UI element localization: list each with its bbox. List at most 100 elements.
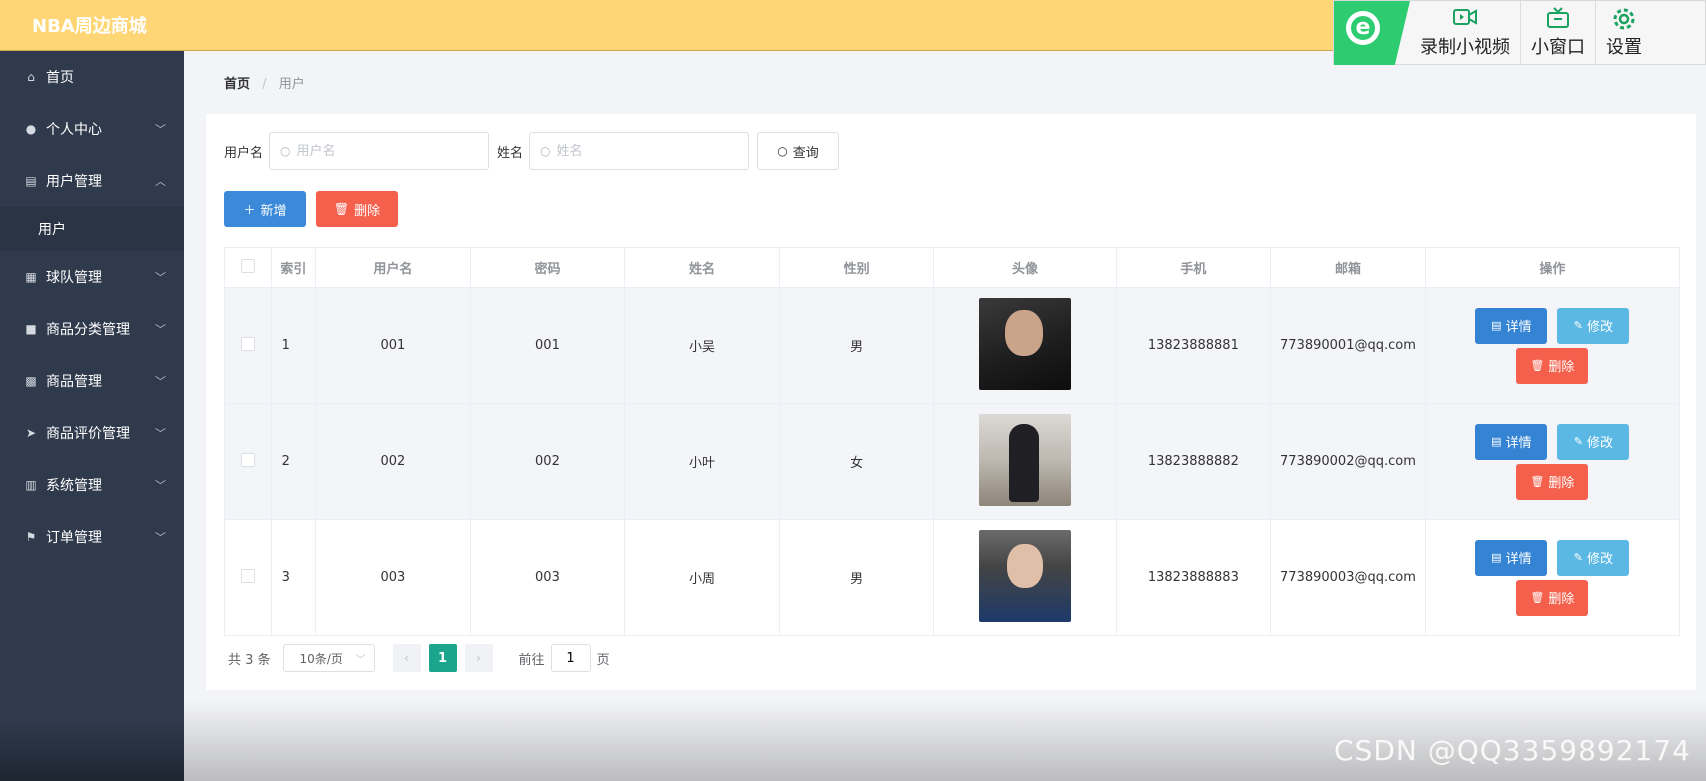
phone-cell: 13823888882: [1116, 403, 1272, 520]
username-search-input[interactable]: [296, 143, 467, 159]
avatar-cell: [933, 287, 1117, 404]
trash-icon: 🗑: [1530, 359, 1545, 372]
sidebar-item-home[interactable]: ⌂ 首页: [0, 51, 184, 103]
select-all-header: [224, 247, 272, 288]
settings-button[interactable]: 设置: [1596, 1, 1652, 64]
operations-cell: ▤ 详情 ✎ 修改 🗑 删除: [1425, 519, 1681, 636]
pencil-icon: ✎: [1573, 435, 1583, 448]
user-icon: ●: [25, 122, 37, 136]
chevron-left-icon: ‹: [404, 651, 409, 665]
mini-window-label: 小窗口: [1531, 36, 1585, 58]
delete-button[interactable]: 🗑 删除: [1516, 347, 1589, 384]
password-cell: 003: [470, 519, 626, 636]
sidebar-item-team-management[interactable]: ▦ 球队管理 ﹀: [0, 251, 184, 303]
edit-button[interactable]: ✎ 修改: [1557, 423, 1630, 460]
delete-button-label: 删除: [354, 203, 381, 219]
user-table: 索引 用户名 密码 姓名 性别 头像 手机 邮箱 操作 1 001 001 小吴…: [224, 247, 1681, 636]
sidebar-item-label: 用户管理: [46, 174, 102, 190]
phone-cell: 13823888881: [1116, 287, 1272, 404]
sidebar-item-label: 商品评价管理: [46, 426, 130, 442]
sidebar-item-label: 首页: [46, 70, 74, 86]
record-video-button[interactable]: 录制小视频: [1410, 1, 1521, 64]
briefcase-icon: ■: [25, 322, 37, 336]
goto-page-input[interactable]: [550, 644, 591, 672]
query-button[interactable]: ○ 查询: [757, 132, 840, 170]
column-header: 密码: [470, 247, 626, 288]
detail-label: 详情: [1505, 320, 1532, 335]
edit-button[interactable]: ✎ 修改: [1557, 539, 1630, 576]
row-actions: ▤ 详情 ✎ 修改 🗑 删除: [1452, 539, 1652, 616]
sidebar-item-review-management[interactable]: ➤ 商品评价管理 ﹀: [0, 407, 184, 459]
sidebar-item-label: 系统管理: [46, 478, 102, 494]
trash-icon: 🗑: [333, 202, 350, 216]
column-header: 手机: [1116, 247, 1272, 288]
sidebar: ⌂ 首页 ● 个人中心 ﹀ ▤ 用户管理 ︿ 用户 ▦ 球队管理 ﹀ ■ 商品分…: [0, 51, 184, 781]
sidebar-item-system-management[interactable]: ▥ 系统管理 ﹀: [0, 459, 184, 511]
gender-cell: 男: [779, 519, 935, 636]
add-button[interactable]: ＋ 新增: [224, 191, 306, 227]
index-cell: 3: [271, 519, 317, 636]
page-size-value: 10条/页: [299, 651, 343, 666]
sidebar-subitem-users[interactable]: 用户: [0, 207, 184, 251]
page-size-select[interactable]: 10条/页 ﹀: [282, 644, 375, 672]
delete-button[interactable]: 🗑 删除: [1516, 579, 1589, 616]
search-icon: ○: [540, 144, 551, 158]
avatar: [979, 297, 1071, 390]
detail-button[interactable]: ▤ 详情: [1475, 423, 1548, 460]
search-icon: ○: [777, 144, 788, 158]
search-bar: 用户名 ○ 姓名 ○ ○ 查询: [224, 132, 840, 170]
breadcrumb: 首页 / 用户: [224, 73, 305, 92]
batch-delete-button[interactable]: 🗑 删除: [316, 191, 398, 227]
row-checkbox[interactable]: [240, 452, 255, 467]
chevron-down-icon: ﹀: [155, 531, 166, 544]
column-header: 头像: [933, 247, 1117, 288]
page-number-current[interactable]: 1: [428, 644, 457, 672]
send-icon: ➤: [25, 426, 37, 440]
prev-page-button[interactable]: ‹: [392, 644, 421, 672]
name-search-input[interactable]: [556, 143, 727, 159]
next-page-button[interactable]: ›: [464, 644, 493, 672]
column-header: 邮箱: [1270, 247, 1426, 288]
sidebar-item-order-management[interactable]: ⚑ 订单管理 ﹀: [0, 511, 184, 563]
delete-label: 删除: [1548, 592, 1575, 607]
sidebar-subitem-label: 用户: [38, 222, 66, 238]
sidebar-item-product-management[interactable]: ▩ 商品管理 ﹀: [0, 355, 184, 407]
avatar: [979, 529, 1071, 622]
delete-label: 删除: [1548, 476, 1575, 491]
pagination: 共 3 条 10条/页 ﹀ ‹ 1 › 前往 页: [228, 644, 610, 672]
detail-button[interactable]: ▤ 详情: [1475, 307, 1548, 344]
breadcrumb-home[interactable]: 首页: [224, 77, 250, 92]
video-camera-icon: [1453, 7, 1477, 31]
breadcrumb-current: 用户: [278, 77, 305, 92]
query-button-label: 查询: [792, 145, 819, 161]
operations-cell: ▤ 详情 ✎ 修改 🗑 删除: [1425, 403, 1681, 520]
username-cell: 002: [315, 403, 471, 520]
sidebar-item-label: 个人中心: [46, 122, 102, 138]
mini-window-button[interactable]: 小窗口: [1521, 1, 1596, 64]
pagination-total: 共 3 条: [228, 652, 271, 668]
toolbar: ＋ 新增 🗑 删除: [224, 191, 398, 227]
chevron-down-icon: ﹀: [155, 375, 166, 388]
username-cell: 003: [315, 519, 471, 636]
plus-icon: ＋: [243, 202, 256, 217]
username-cell: 001: [315, 287, 471, 404]
row-select-cell: [224, 287, 272, 404]
recorder-logo-icon: e: [1334, 1, 1410, 65]
email-cell: 773890002@qq.com: [1270, 403, 1426, 520]
select-all-checkbox[interactable]: [240, 258, 255, 273]
row-actions: ▤ 详情 ✎ 修改 🗑 删除: [1452, 307, 1652, 384]
add-button-label: 新增: [260, 203, 287, 219]
sidebar-item-user-management[interactable]: ▤ 用户管理 ︿: [0, 155, 184, 207]
detail-button[interactable]: ▤ 详情: [1475, 539, 1548, 576]
sidebar-item-personal-center[interactable]: ● 个人中心 ﹀: [0, 103, 184, 155]
chevron-down-icon: ﹀: [155, 123, 166, 136]
trash-icon: 🗑: [1530, 475, 1545, 488]
edit-button[interactable]: ✎ 修改: [1557, 307, 1630, 344]
email-cell: 773890003@qq.com: [1270, 519, 1426, 636]
row-checkbox[interactable]: [240, 568, 255, 583]
column-header: 索引: [271, 247, 317, 288]
delete-button[interactable]: 🗑 删除: [1516, 463, 1589, 500]
sidebar-item-category-management[interactable]: ■ 商品分类管理 ﹀: [0, 303, 184, 355]
apps-icon: ▩: [25, 374, 37, 388]
row-checkbox[interactable]: [240, 336, 255, 351]
